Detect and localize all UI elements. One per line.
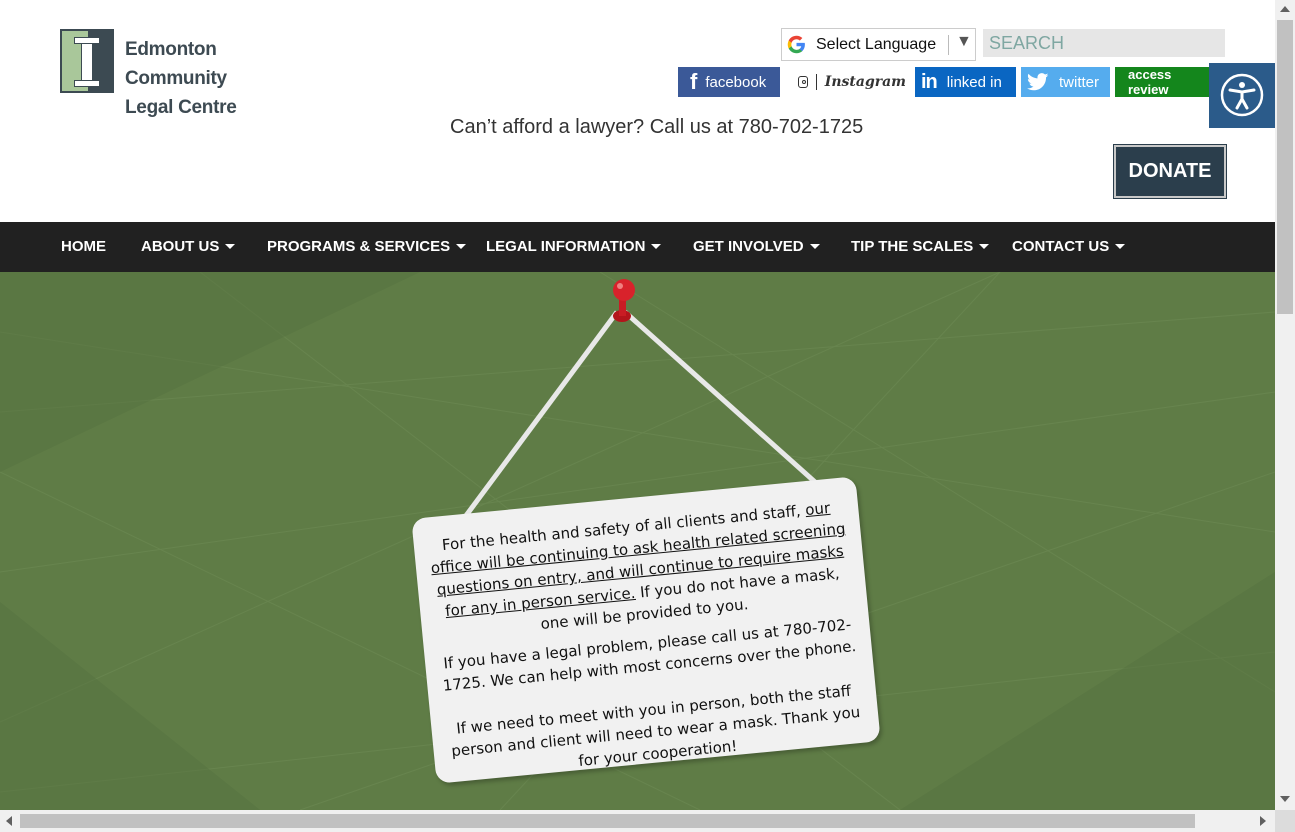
hero-banner: For the health and safety of all clients… xyxy=(0,272,1275,810)
logo-line-1: Edmonton Community xyxy=(125,39,227,89)
pillar-logo-icon xyxy=(60,29,114,93)
nav-item-get-involved[interactable]: GET INVOLVED xyxy=(693,222,820,272)
nav-label: PROGRAMS & SERVICES xyxy=(267,238,451,255)
linkedin-link[interactable]: in linked in xyxy=(915,67,1016,97)
nav-label: CONTACT US xyxy=(1012,238,1110,255)
nav-item-about-us[interactable]: ABOUT US xyxy=(141,222,236,272)
caret-down-icon xyxy=(809,244,820,249)
scrollbar-thumb[interactable] xyxy=(1277,20,1293,314)
nav-label: LEGAL INFORMATION xyxy=(486,238,646,255)
twitter-bird-icon xyxy=(1027,73,1049,91)
caret-down-icon xyxy=(1115,244,1126,249)
caret-down-icon xyxy=(979,244,990,249)
nav-label: ABOUT US xyxy=(141,238,220,255)
google-g-icon xyxy=(787,35,805,54)
caret-down-icon xyxy=(225,244,236,249)
vertical-scrollbar[interactable] xyxy=(1275,0,1295,810)
donate-button[interactable]: DONATE xyxy=(1113,144,1227,199)
logo-text: Edmonton Community Legal Centre xyxy=(125,35,310,122)
horizontal-scrollbar[interactable] xyxy=(0,810,1275,832)
scroll-up-arrow-icon[interactable] xyxy=(1280,6,1290,12)
access-review-link[interactable]: access review xyxy=(1115,67,1215,97)
notice-card: For the health and safety of all clients… xyxy=(411,476,881,784)
language-select-label: Select Language xyxy=(816,36,937,53)
nav-label: TIP THE SCALES xyxy=(851,238,974,255)
twitter-label: twitter xyxy=(1059,73,1100,91)
tagline: Can’t afford a lawyer? Call us at 780-70… xyxy=(450,116,864,138)
nav-item-legal-information[interactable]: LEGAL INFORMATION xyxy=(486,222,662,272)
hanging-string-right xyxy=(623,310,817,484)
nav-item-tip-the-scales[interactable]: TIP THE SCALES xyxy=(851,222,990,272)
access-review-label: access review xyxy=(1128,67,1172,97)
facebook-label: facebook xyxy=(705,73,767,91)
main-nav: HOME ABOUT US PROGRAMS & SERVICES LEGAL … xyxy=(0,222,1275,272)
nav-item-programs-services[interactable]: PROGRAMS & SERVICES xyxy=(267,222,467,272)
language-select[interactable]: Select Language ▼ xyxy=(781,28,976,61)
instagram-icon xyxy=(798,76,808,88)
linkedin-label: linked in xyxy=(946,73,1002,91)
caret-down-icon xyxy=(651,244,662,249)
hanging-string-left xyxy=(462,310,620,519)
scroll-down-arrow-icon[interactable] xyxy=(1280,796,1290,802)
linkedin-icon: in xyxy=(921,70,938,93)
page: Edmonton Community Legal Centre Select L… xyxy=(0,0,1275,810)
scrollbar-corner xyxy=(1275,810,1295,832)
nav-label: GET INVOLVED xyxy=(693,238,804,255)
facebook-link[interactable]: f facebook xyxy=(678,67,780,97)
accessibility-button[interactable] xyxy=(1209,63,1275,128)
logo-line-2: Legal Centre xyxy=(125,97,237,118)
site-logo[interactable]: Edmonton Community Legal Centre xyxy=(60,29,310,118)
search-input[interactable] xyxy=(983,29,1225,57)
scrollbar-thumb[interactable] xyxy=(20,814,1195,828)
nav-label: HOME xyxy=(61,238,106,255)
dropdown-arrow-icon: ▼ xyxy=(956,33,972,50)
facebook-icon: f xyxy=(690,69,698,94)
twitter-link[interactable]: twitter xyxy=(1021,67,1110,97)
instagram-label: Instagram xyxy=(824,74,906,90)
nav-item-home[interactable]: HOME xyxy=(61,222,106,272)
scroll-right-arrow-icon[interactable] xyxy=(1260,816,1266,826)
caret-down-icon xyxy=(456,244,467,249)
scroll-left-arrow-icon[interactable] xyxy=(6,816,12,826)
divider xyxy=(948,35,949,55)
accessibility-icon xyxy=(1220,73,1264,117)
divider xyxy=(816,74,817,90)
instagram-link[interactable]: Instagram xyxy=(788,67,906,97)
nav-item-contact-us[interactable]: CONTACT US xyxy=(1012,222,1126,272)
